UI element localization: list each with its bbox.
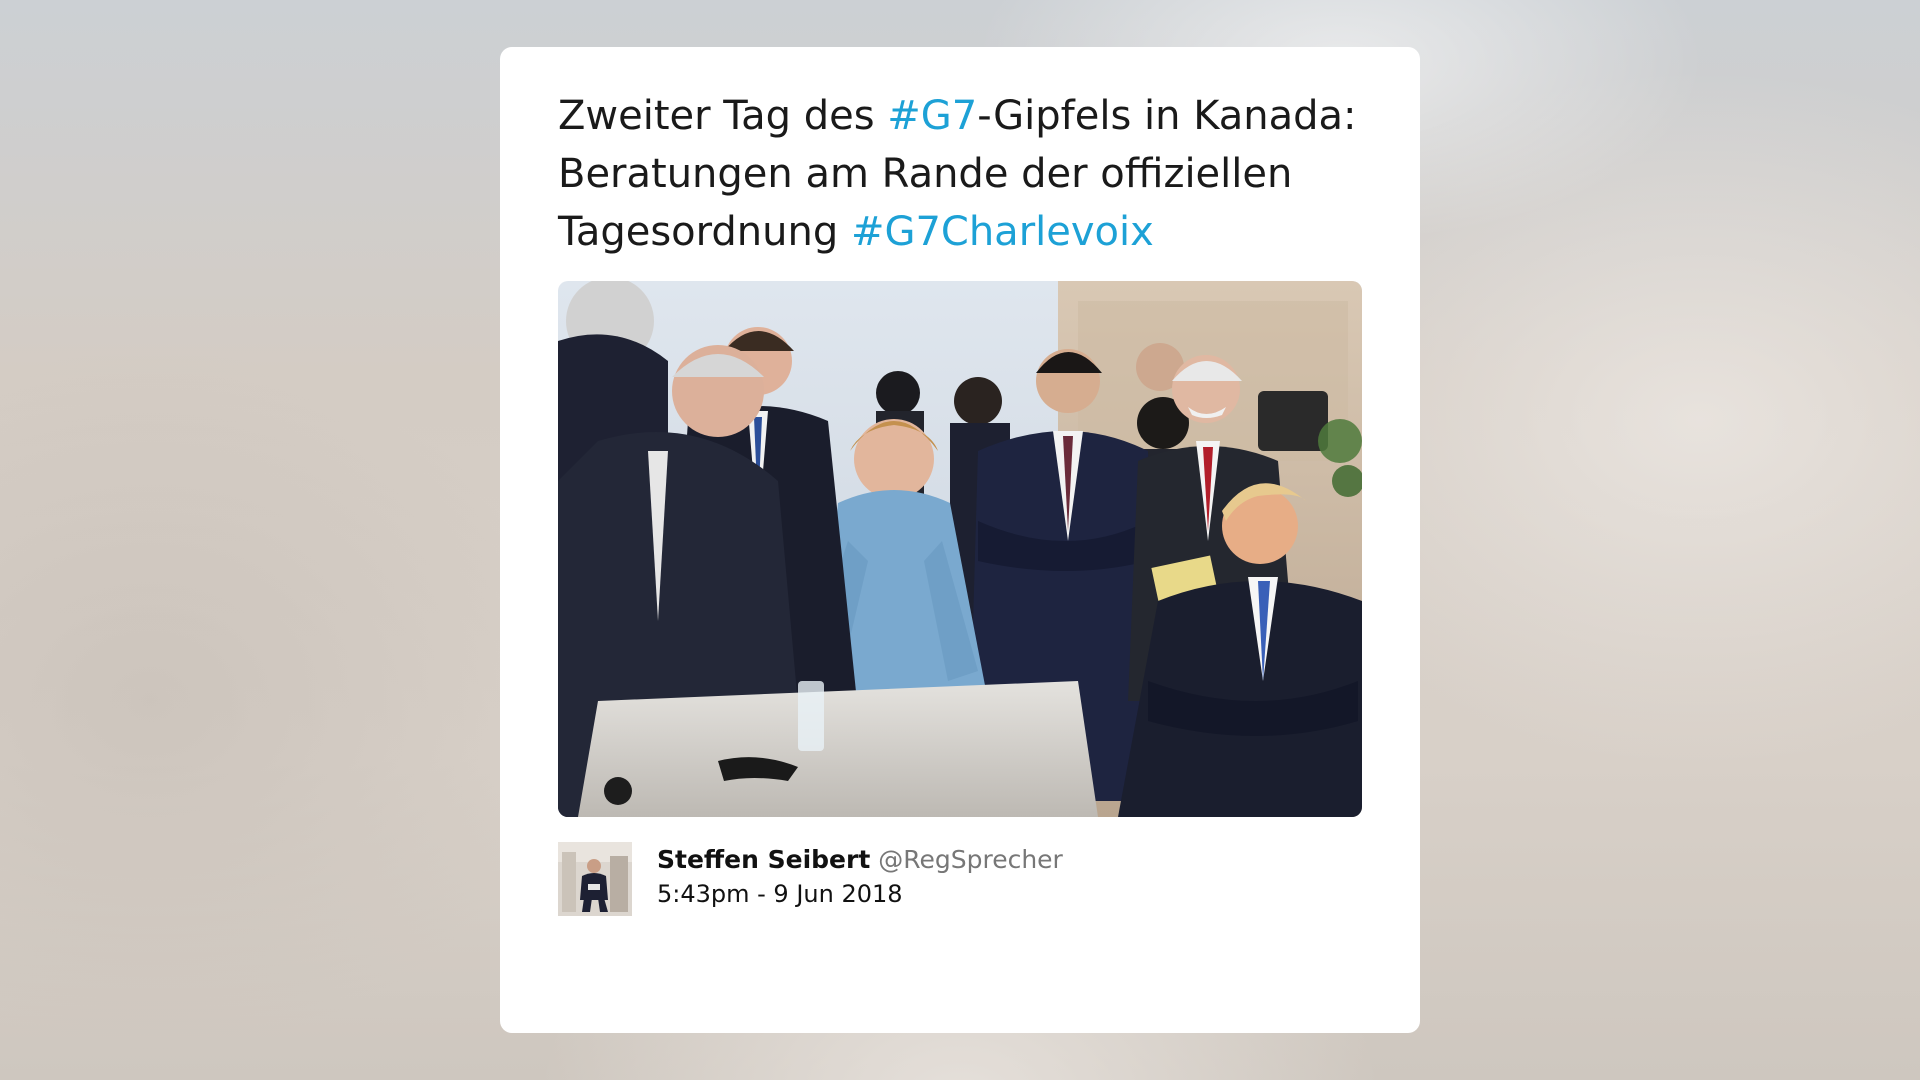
tweet-text: Zweiter Tag des #G7-Gipfels in Kanada: B… (558, 87, 1362, 261)
tweet-photo[interactable] (558, 281, 1362, 817)
hashtag-link-g7[interactable]: #G7 (887, 93, 977, 139)
author-name[interactable]: Steffen Seibert (657, 845, 870, 874)
tweet-text-part: Zweiter Tag des (558, 93, 888, 139)
tweet-card: Zweiter Tag des #G7-Gipfels in Kanada: B… (500, 47, 1420, 1033)
hashtag-link-g7charlevoix[interactable]: #G7Charlevoix (851, 209, 1154, 255)
author-row: Steffen Seibert @RegSprecher 5:43pm - 9 … (558, 842, 1362, 916)
tweet-timestamp[interactable]: 5:43pm - 9 Jun 2018 (657, 877, 1063, 911)
author-avatar[interactable] (558, 842, 632, 916)
author-handle[interactable]: @RegSprecher (878, 845, 1063, 874)
author-meta: Steffen Seibert @RegSprecher 5:43pm - 9 … (657, 843, 1063, 911)
author-line: Steffen Seibert @RegSprecher (657, 843, 1063, 877)
